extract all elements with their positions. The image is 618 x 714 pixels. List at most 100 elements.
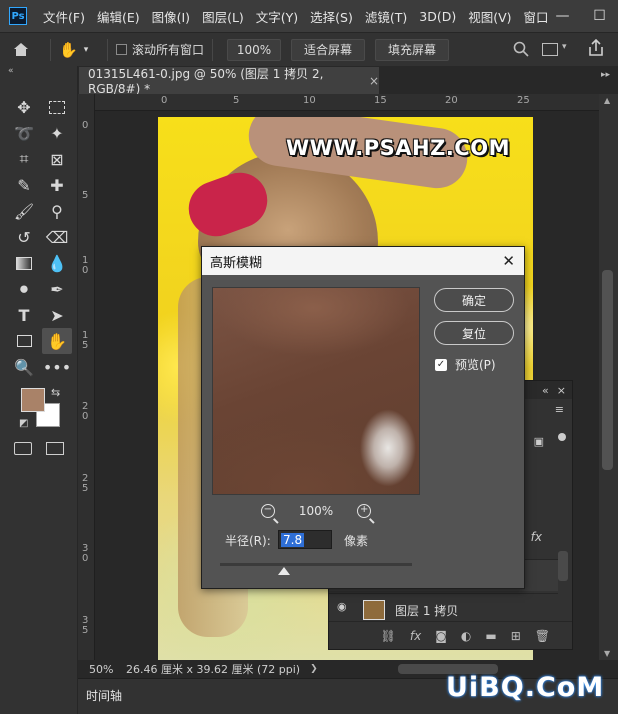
horizontal-ruler: 0 5 10 15 20 25: [95, 94, 599, 111]
radius-slider-handle[interactable]: [278, 567, 290, 575]
lock-all-icon[interactable]: [558, 433, 566, 441]
fill-screen-button[interactable]: 填充屏幕: [375, 38, 450, 61]
preview-label: 预览(P): [455, 358, 496, 372]
site-watermark: UiBQ.CoM: [446, 672, 605, 703]
add-mask-icon[interactable]: ◙: [435, 629, 447, 643]
path-selection-tool-icon[interactable]: ➤: [42, 302, 72, 328]
layer-style-icon[interactable]: fx: [531, 530, 542, 544]
rectangle-tool-icon[interactable]: [9, 328, 39, 354]
zoom-level-status[interactable]: 50%: [78, 663, 118, 676]
panel-menu-icon[interactable]: ≡: [555, 403, 564, 416]
radius-input[interactable]: 7.8: [278, 530, 332, 549]
healing-brush-tool-icon[interactable]: ✚: [42, 172, 72, 198]
divider: [212, 38, 214, 61]
menu-image[interactable]: 图像(I): [146, 7, 196, 26]
vertical-scroll-thumb[interactable]: [602, 270, 613, 470]
ruler-tick-label: 2 0: [82, 401, 89, 422]
divider: [107, 38, 108, 61]
collapse-panel-icon[interactable]: «: [8, 66, 14, 76]
marquee-tool-icon[interactable]: [42, 94, 72, 120]
quick-mask-icon[interactable]: [14, 442, 32, 455]
workspace-chevron-icon[interactable]: ▾: [562, 42, 567, 52]
dialog-title-bar[interactable]: 高斯模糊 ✕: [202, 247, 524, 275]
panel-collapse-icon[interactable]: ▸▸: [601, 70, 610, 80]
workspace-icon[interactable]: [542, 43, 558, 56]
foreground-color-swatch[interactable]: [21, 388, 45, 412]
visibility-eye-icon[interactable]: ◉: [337, 600, 347, 613]
scroll-up-icon[interactable]: ▲: [604, 96, 610, 105]
hand-tool-icon[interactable]: ✋: [42, 328, 72, 354]
gradient-tool-icon[interactable]: [9, 250, 39, 276]
scroll-all-windows-label: 滚动所有窗口: [132, 43, 205, 57]
delete-layer-icon[interactable]: 🗑: [535, 629, 550, 643]
link-layers-icon[interactable]: ⛓: [381, 629, 396, 643]
screen-mode-icon[interactable]: [46, 442, 64, 455]
divider: [50, 38, 51, 61]
chevron-down-icon[interactable]: ▾: [84, 45, 89, 55]
preview-option[interactable]: ✓ 预览(P): [435, 356, 496, 373]
eyedropper-tool-icon[interactable]: ✎: [9, 172, 39, 198]
document-tab[interactable]: 01315L461-0.jpg @ 50% (图层 1 拷贝 2, RGB/8#…: [79, 67, 379, 96]
scroll-all-windows-option[interactable]: 滚动所有窗口: [116, 41, 204, 58]
reset-button[interactable]: 复位: [434, 321, 514, 345]
frame-tool-icon[interactable]: ⊠: [42, 146, 72, 172]
timeline-tab[interactable]: 时间轴: [86, 687, 122, 704]
ruler-tick-label: 3 0: [82, 543, 89, 564]
menu-select[interactable]: 选择(S): [304, 7, 359, 26]
ok-button[interactable]: 确定: [434, 288, 514, 312]
scroll-down-icon[interactable]: ▼: [604, 649, 610, 658]
zoom-out-icon[interactable]: −: [260, 504, 275, 518]
blur-preview-image[interactable]: [212, 287, 420, 495]
brush-tool-icon[interactable]: 🖌: [9, 198, 39, 224]
adjustment-layer-icon[interactable]: ◐: [461, 629, 471, 643]
eraser-tool-icon[interactable]: ⌫: [42, 224, 72, 250]
maximize-icon[interactable]: ☐: [581, 0, 618, 32]
move-tool-icon[interactable]: ✥: [9, 94, 39, 120]
close-icon[interactable]: ×: [369, 74, 379, 88]
document-tab-bar: 01315L461-0.jpg @ 50% (图层 1 拷贝 2, RGB/8#…: [78, 66, 618, 96]
add-layer-style-icon[interactable]: fx: [410, 629, 421, 643]
menu-3d[interactable]: 3D(D): [413, 9, 462, 24]
zoom-100-button[interactable]: 100%: [227, 38, 282, 61]
crop-tool-icon[interactable]: ⌗: [9, 146, 39, 172]
close-icon[interactable]: ✕: [502, 252, 515, 270]
blur-tool-icon[interactable]: 💧: [42, 250, 72, 276]
fit-screen-button[interactable]: 适合屏幕: [291, 38, 366, 61]
more-tools-icon[interactable]: •••: [42, 354, 72, 380]
zoom-in-icon[interactable]: +: [357, 504, 372, 518]
menu-edit[interactable]: 编辑(E): [91, 7, 146, 26]
minimize-icon[interactable]: —: [544, 0, 581, 32]
preview-checkbox[interactable]: ✓: [435, 358, 447, 371]
clone-stamp-tool-icon[interactable]: ⚲: [42, 198, 72, 224]
menu-type[interactable]: 文字(Y): [250, 7, 304, 26]
zoom-tool-icon[interactable]: 🔍: [9, 354, 39, 380]
menu-view[interactable]: 视图(V): [462, 7, 517, 26]
hand-tool-preset-icon[interactable]: ✋ ▾: [59, 41, 99, 59]
lock-icon[interactable]: ▣: [534, 435, 544, 448]
close-icon[interactable]: ×: [557, 384, 566, 397]
radius-slider-track[interactable]: [220, 563, 412, 566]
menu-layer[interactable]: 图层(L): [196, 7, 250, 26]
type-tool-icon[interactable]: T: [9, 302, 39, 328]
scroll-all-windows-checkbox[interactable]: [116, 44, 127, 55]
layer-scrollbar[interactable]: [558, 551, 568, 581]
share-icon[interactable]: [588, 38, 604, 60]
search-icon[interactable]: [513, 41, 529, 60]
new-layer-icon[interactable]: ⊞: [511, 629, 521, 643]
default-colors-icon[interactable]: ◩: [19, 418, 28, 429]
lasso-tool-icon[interactable]: ➰: [9, 120, 39, 146]
vertical-scrollbar[interactable]: ▲ ▼: [599, 94, 618, 660]
radius-unit: 像素: [344, 534, 369, 548]
collapse-icon[interactable]: «: [542, 384, 549, 397]
pen-tool-icon[interactable]: ✒: [42, 276, 72, 302]
magic-wand-tool-icon[interactable]: ✦: [42, 120, 72, 146]
home-icon[interactable]: [0, 42, 42, 57]
new-group-icon[interactable]: ▬: [485, 629, 496, 643]
swap-colors-icon[interactable]: ⇆: [51, 386, 60, 399]
menu-file[interactable]: 文件(F): [37, 7, 91, 26]
window-controls: — ☐: [544, 0, 618, 32]
history-brush-tool-icon[interactable]: ↺: [9, 224, 39, 250]
status-menu-icon[interactable]: ❯: [310, 664, 318, 674]
dodge-tool-icon[interactable]: ⚫: [9, 276, 39, 302]
menu-filter[interactable]: 滤镜(T): [359, 7, 413, 26]
